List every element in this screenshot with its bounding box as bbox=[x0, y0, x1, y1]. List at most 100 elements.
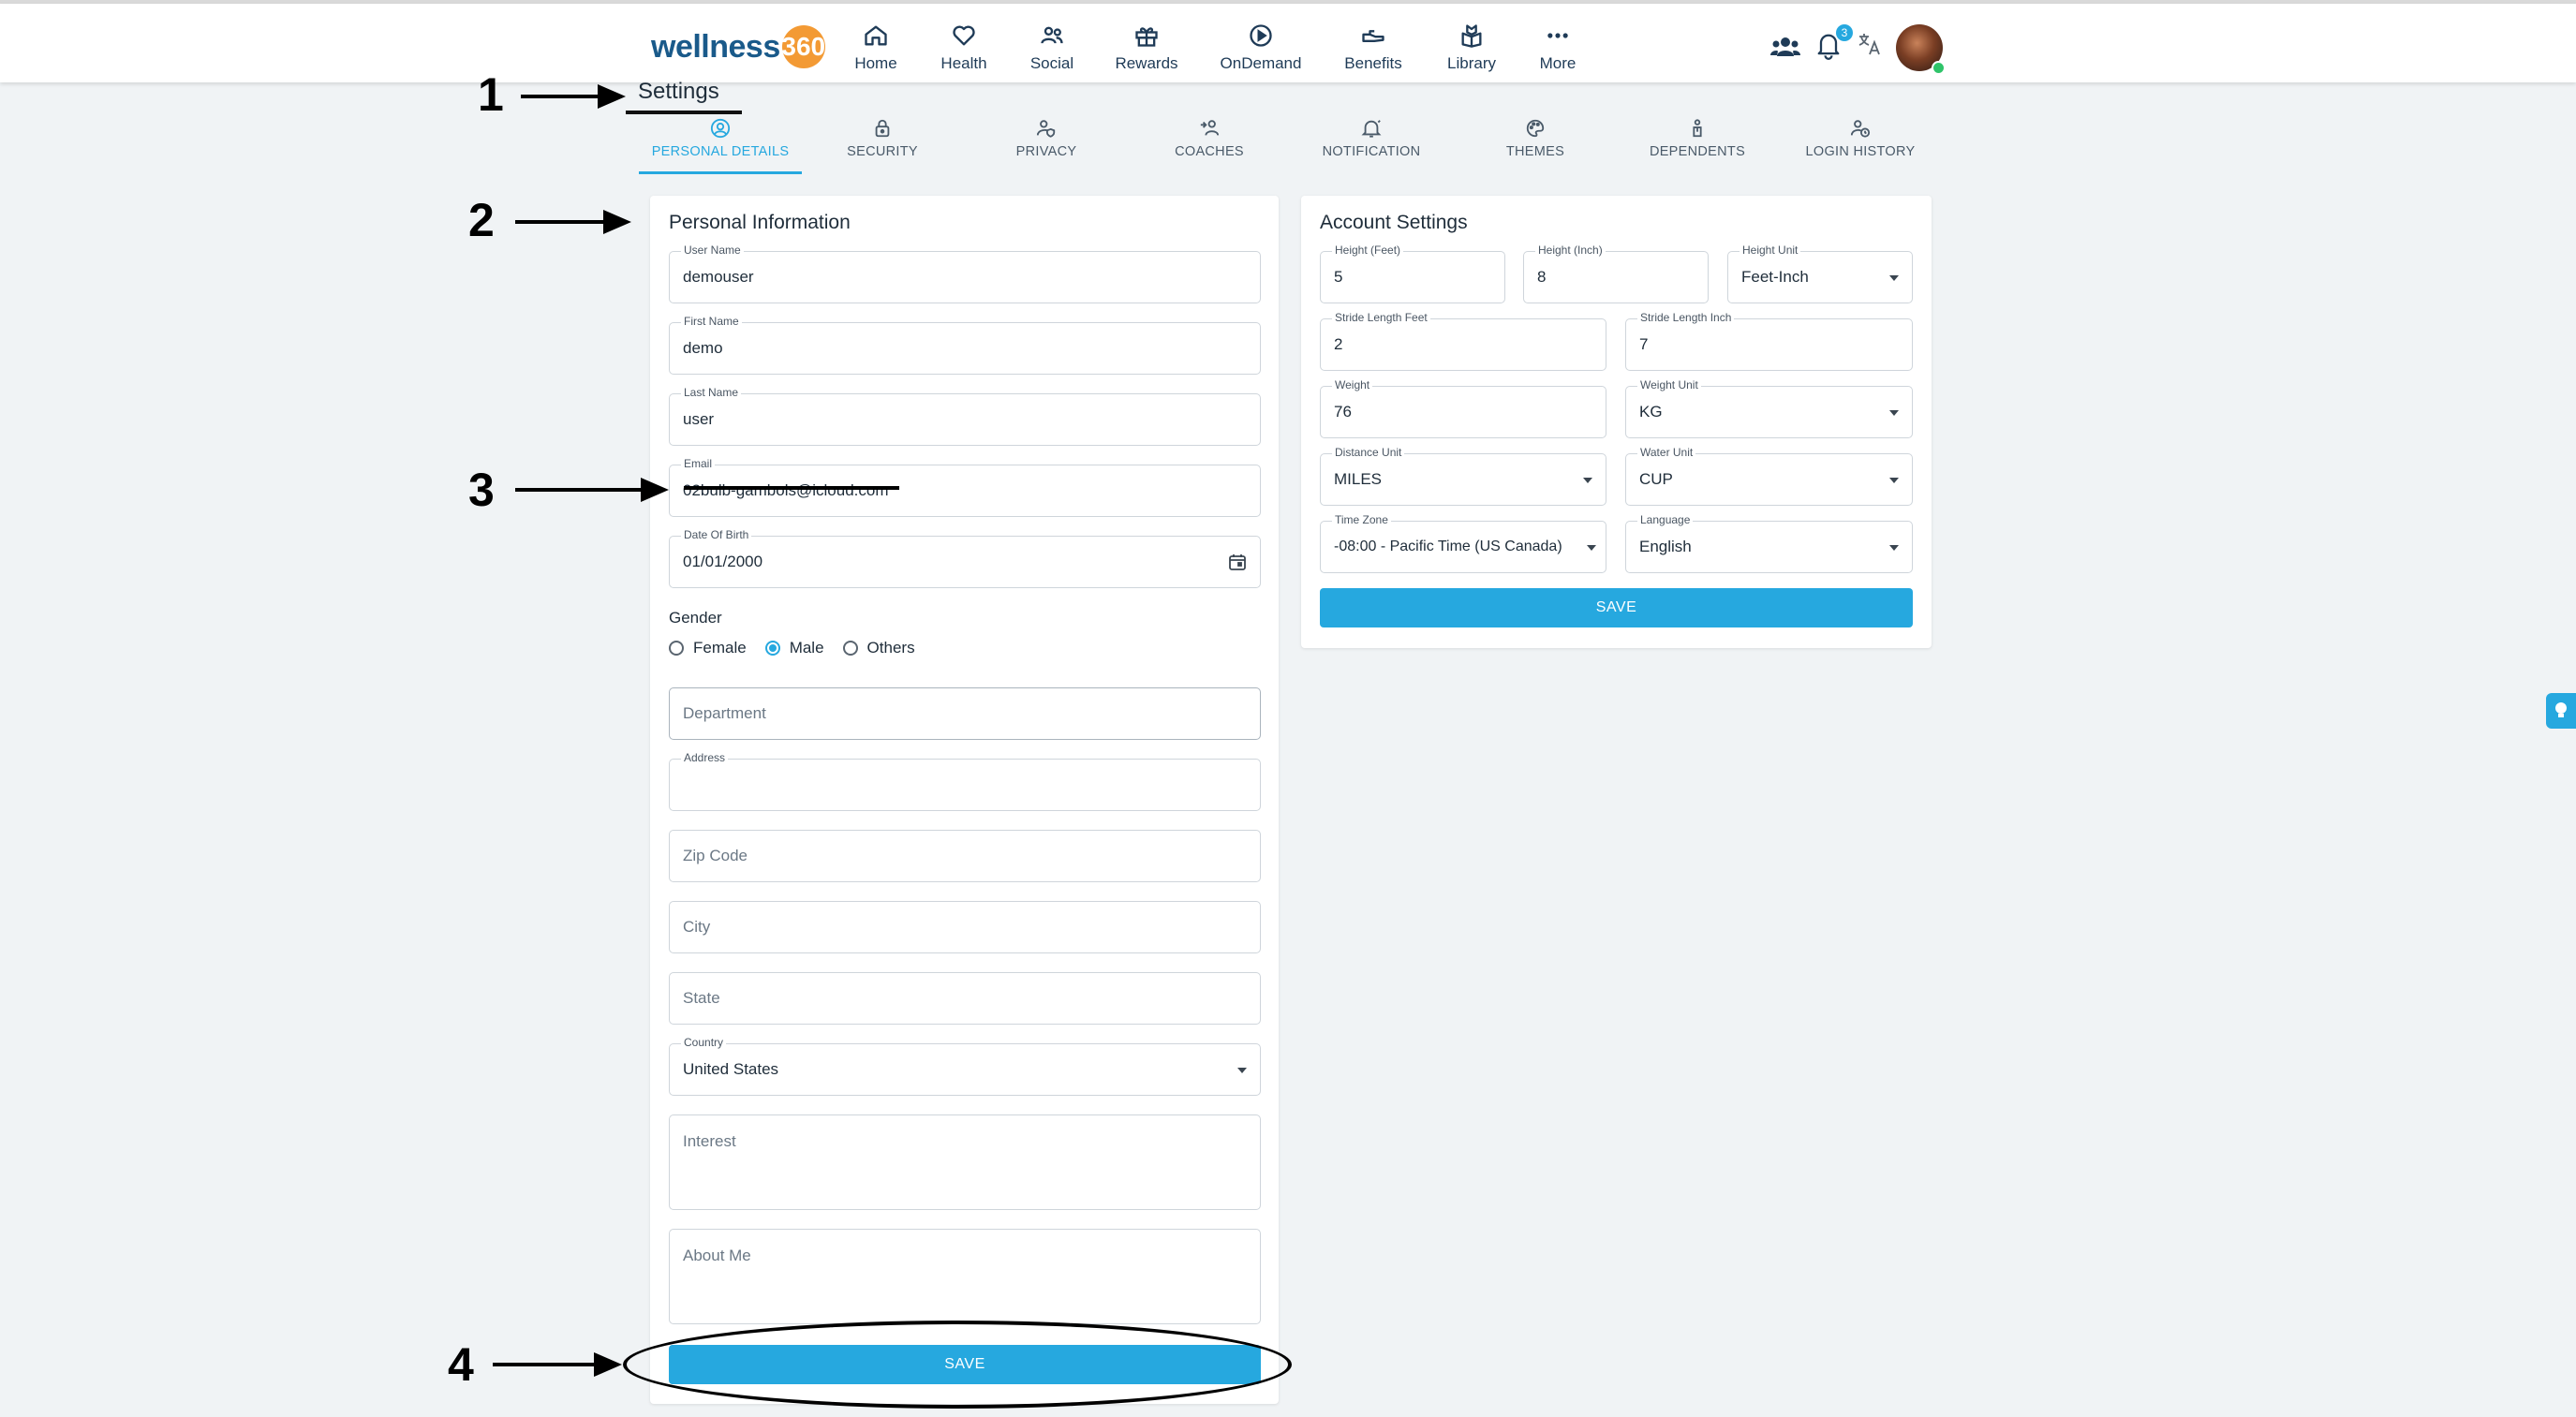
water-unit-select[interactable]: Water Unit CUP bbox=[1625, 446, 1913, 506]
email-field[interactable]: Email 02bulb-gambols@icloud.com bbox=[669, 457, 1261, 517]
weight-unit-value: KG bbox=[1639, 403, 1663, 421]
nav-more[interactable]: More bbox=[1506, 22, 1609, 73]
height-feet-field[interactable]: Height (Feet) 5 bbox=[1320, 244, 1505, 303]
about-me-placeholder: About Me bbox=[683, 1247, 751, 1264]
height-inch-value: 8 bbox=[1537, 268, 1547, 286]
stride-inch-value: 7 bbox=[1639, 335, 1649, 353]
tab-label: PRIVACY bbox=[1015, 144, 1077, 159]
annotation-arrow-4-head bbox=[594, 1352, 622, 1377]
nav-benefits[interactable]: Benefits bbox=[1322, 22, 1425, 73]
user-circle-icon bbox=[710, 118, 731, 139]
nav-ondemand[interactable]: OnDemand bbox=[1209, 22, 1312, 73]
interest-textarea[interactable]: Interest bbox=[669, 1114, 1261, 1210]
date-of-birth-field[interactable]: Date Of Birth 01/01/2000 bbox=[669, 528, 1261, 588]
city-field[interactable]: City bbox=[669, 901, 1261, 953]
tab-coaches[interactable]: COACHES bbox=[1136, 118, 1282, 159]
date-of-birth-value: 01/01/2000 bbox=[683, 553, 763, 570]
heart-icon bbox=[953, 25, 975, 46]
about-me-textarea[interactable]: About Me bbox=[669, 1229, 1261, 1324]
language-select[interactable]: Language English bbox=[1625, 513, 1913, 573]
weight-field[interactable]: Weight 76 bbox=[1320, 378, 1606, 438]
water-unit-value: CUP bbox=[1639, 470, 1673, 488]
last-name-label: Last Name bbox=[681, 386, 742, 399]
coach-icon bbox=[1200, 120, 1220, 136]
account-settings-title: Account Settings bbox=[1320, 212, 1468, 233]
tab-label: LOGIN HISTORY bbox=[1805, 144, 1916, 159]
zip-code-placeholder: Zip Code bbox=[683, 847, 748, 864]
interest-placeholder: Interest bbox=[683, 1132, 736, 1150]
username-field[interactable]: User Name demouser bbox=[669, 244, 1261, 303]
stride-inch-field[interactable]: Stride Length Inch 7 bbox=[1625, 311, 1913, 371]
translate-icon[interactable] bbox=[1858, 32, 1882, 56]
gender-others-radio[interactable] bbox=[842, 641, 858, 656]
gender-label: Gender bbox=[669, 609, 722, 627]
height-inch-field[interactable]: Height (Inch) 8 bbox=[1523, 244, 1709, 303]
tab-login-history[interactable]: LOGIN HISTORY bbox=[1787, 118, 1933, 159]
gender-others-label: Others bbox=[866, 639, 915, 657]
tab-privacy[interactable]: PRIVACY bbox=[973, 118, 1119, 159]
brand-logo[interactable]: wellness 360 bbox=[651, 24, 825, 69]
chevron-down-icon bbox=[1583, 478, 1592, 483]
email-label: Email bbox=[681, 457, 716, 470]
chevron-down-icon bbox=[1889, 275, 1899, 281]
email-redaction-strike bbox=[684, 486, 899, 490]
gender-male-label: Male bbox=[789, 639, 824, 657]
calendar-icon[interactable] bbox=[1228, 553, 1247, 571]
stride-inch-label: Stride Length Inch bbox=[1637, 311, 1735, 324]
annotation-arrow-2-head bbox=[603, 210, 631, 234]
annotation-number-4: 4 bbox=[448, 1338, 474, 1391]
gender-male-radio[interactable] bbox=[764, 641, 780, 656]
distance-unit-select[interactable]: Distance Unit MILES bbox=[1320, 446, 1606, 506]
department-field[interactable]: Department bbox=[669, 687, 1261, 740]
first-name-field[interactable]: First Name demo bbox=[669, 315, 1261, 375]
tab-themes[interactable]: THEMES bbox=[1462, 118, 1608, 159]
weight-label: Weight bbox=[1332, 378, 1373, 391]
tab-security[interactable]: SECURITY bbox=[809, 118, 955, 159]
last-name-field[interactable]: Last Name user bbox=[669, 386, 1261, 446]
tab-personal-details[interactable]: PERSONAL DETAILS bbox=[647, 118, 793, 159]
state-field[interactable]: State bbox=[669, 972, 1261, 1025]
nav-rewards[interactable]: Rewards bbox=[1095, 22, 1198, 73]
address-field[interactable]: Address bbox=[669, 751, 1261, 811]
annotation-ellipse bbox=[623, 1321, 1292, 1409]
tab-label: COACHES bbox=[1175, 144, 1244, 159]
account-save-button[interactable]: SAVE bbox=[1320, 588, 1913, 627]
side-help-tab[interactable] bbox=[2546, 693, 2576, 729]
group-icon[interactable] bbox=[1770, 34, 1800, 60]
height-unit-label: Height Unit bbox=[1740, 244, 1801, 257]
country-select[interactable]: Country United States bbox=[669, 1036, 1261, 1096]
bell-alert-icon bbox=[1361, 120, 1382, 138]
country-value: United States bbox=[683, 1060, 779, 1078]
stride-feet-label: Stride Length Feet bbox=[1332, 311, 1430, 324]
stride-feet-value: 2 bbox=[1334, 335, 1343, 353]
lightbulb-icon bbox=[2555, 702, 2567, 717]
tab-label: PERSONAL DETAILS bbox=[651, 144, 790, 159]
distance-unit-value: MILES bbox=[1334, 470, 1383, 488]
people-icon bbox=[1041, 26, 1063, 44]
nav-label: Rewards bbox=[1115, 54, 1178, 72]
zip-code-field[interactable]: Zip Code bbox=[669, 830, 1261, 882]
time-zone-select[interactable]: Time Zone -08:00 - Pacific Time (US Cana… bbox=[1320, 513, 1606, 573]
tab-dependents[interactable]: DEPENDENTS bbox=[1624, 118, 1770, 159]
height-unit-select[interactable]: Height Unit Feet-Inch bbox=[1727, 244, 1913, 303]
username-value: demouser bbox=[683, 268, 754, 286]
stride-feet-field[interactable]: Stride Length Feet 2 bbox=[1320, 311, 1606, 371]
chevron-down-icon bbox=[1889, 478, 1899, 483]
username-label: User Name bbox=[681, 244, 744, 257]
top-navbar: wellness 360 Home Health Social Rewards … bbox=[0, 4, 2576, 82]
chevron-down-icon bbox=[1237, 1068, 1247, 1073]
gender-female-radio[interactable] bbox=[669, 641, 684, 656]
user-clock-icon bbox=[1850, 120, 1871, 138]
annotation-number-1: 1 bbox=[478, 68, 504, 121]
nav-label: Social bbox=[1029, 54, 1074, 72]
nav-label: More bbox=[1539, 54, 1577, 72]
height-feet-value: 5 bbox=[1334, 268, 1343, 286]
country-label: Country bbox=[681, 1036, 727, 1049]
annotation-arrow-2-line bbox=[515, 220, 605, 224]
brand-badge: 360 bbox=[781, 25, 825, 68]
home-icon bbox=[865, 25, 887, 46]
palette-icon bbox=[1526, 119, 1545, 138]
nav-social[interactable]: Social bbox=[1000, 22, 1103, 73]
tab-notification[interactable]: NOTIFICATION bbox=[1298, 118, 1444, 159]
weight-unit-select[interactable]: Weight Unit KG bbox=[1625, 378, 1913, 438]
